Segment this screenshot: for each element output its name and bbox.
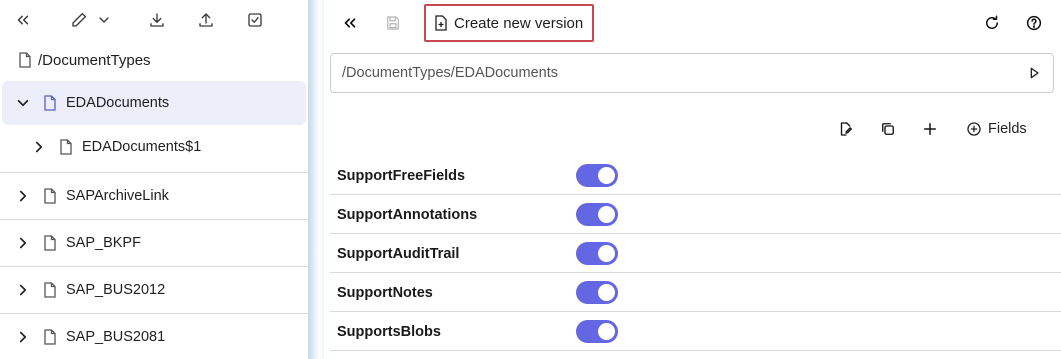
property-row-support-audit-trail: SupportAuditTrail: [330, 235, 1061, 273]
support-free-fields-toggle[interactable]: [576, 164, 618, 187]
create-new-version-button[interactable]: Create new version: [424, 4, 594, 42]
tree-item-label: EDADocuments: [66, 95, 170, 111]
toggle-knob: [598, 206, 615, 223]
chevron-right-icon[interactable]: [14, 234, 32, 252]
tree-item-saparchivelink[interactable]: SAPArchiveLink: [0, 174, 306, 218]
panel-splitter[interactable]: [308, 0, 324, 359]
refresh-icon[interactable]: [980, 11, 1004, 35]
chevron-down-icon[interactable]: [14, 94, 32, 112]
file-plus-icon: [434, 15, 448, 31]
divider: [0, 313, 308, 314]
tree-item-label: SAP_BKPF: [66, 235, 141, 251]
supports-blobs-toggle[interactable]: [576, 320, 618, 343]
document-icon: [18, 52, 32, 68]
tree-item-sap-bus2081[interactable]: SAP_BUS2081: [0, 315, 306, 359]
toggle-knob: [598, 284, 615, 301]
document-icon: [42, 282, 58, 298]
divider: [0, 266, 308, 267]
tree-item-label: SAP_BUS2081: [66, 329, 166, 345]
save-icon[interactable]: [381, 11, 405, 35]
tree-panel: /DocumentTypes EDADocuments EDADocuments…: [0, 0, 308, 359]
path-field[interactable]: /DocumentTypes/EDADocuments: [330, 53, 1054, 93]
document-icon: [58, 139, 74, 155]
checkbox-icon[interactable]: [243, 8, 267, 32]
property-row-support-annotations: SupportAnnotations: [330, 196, 1061, 234]
path-value: /DocumentTypes/EDADocuments: [342, 65, 558, 81]
property-label: SupportNotes: [337, 284, 433, 301]
plus-icon[interactable]: [918, 117, 942, 141]
document-icon: [42, 235, 58, 251]
collapse-left-icon[interactable]: [338, 11, 362, 35]
tree-item-label: SAPArchiveLink: [66, 188, 169, 204]
document-icon: [42, 95, 58, 111]
tree-root-label: /DocumentTypes: [38, 51, 151, 69]
chevron-down-icon[interactable]: [96, 8, 112, 32]
property-label: SupportAuditTrail: [337, 245, 460, 262]
chevron-right-icon[interactable]: [14, 281, 32, 299]
tree-item-sap-bkpf[interactable]: SAP_BKPF: [0, 221, 306, 265]
chevron-right-icon[interactable]: [30, 138, 48, 156]
help-icon[interactable]: [1022, 11, 1046, 35]
document-icon: [42, 329, 58, 345]
toggle-knob: [598, 167, 615, 184]
add-fields-button[interactable]: Fields: [966, 116, 1027, 142]
property-row-support-free-fields: SupportFreeFields: [330, 157, 1061, 195]
tree-item-edadocuments[interactable]: EDADocuments: [2, 81, 306, 125]
document-icon: [42, 188, 58, 204]
support-audit-trail-toggle[interactable]: [576, 242, 618, 265]
play-icon[interactable]: [1025, 64, 1043, 82]
property-label: SupportAnnotations: [337, 206, 478, 223]
tree-root[interactable]: /DocumentTypes: [18, 48, 151, 72]
support-notes-toggle[interactable]: [576, 281, 618, 304]
details-panel: Create new version /DocumentTypes/EDADoc…: [324, 0, 1061, 359]
edit-doc-icon[interactable]: [834, 117, 858, 141]
upload-icon[interactable]: [194, 8, 218, 32]
property-row-support-notes: SupportNotes: [330, 274, 1061, 312]
tree-item-edadocuments-1[interactable]: EDADocuments$1: [0, 125, 306, 169]
property-label: SupportsBlobs: [337, 323, 441, 340]
create-new-version-label: Create new version: [454, 14, 584, 32]
download-icon[interactable]: [145, 8, 169, 32]
toggle-knob: [598, 323, 615, 340]
toggle-knob: [598, 245, 615, 262]
property-label: SupportFreeFields: [337, 167, 466, 184]
chevron-right-icon[interactable]: [14, 187, 32, 205]
chevron-right-icon[interactable]: [14, 328, 32, 346]
divider: [0, 219, 308, 220]
tree-item-label: EDADocuments$1: [82, 139, 202, 155]
add-circle-icon: [966, 121, 982, 137]
fields-label: Fields: [988, 121, 1027, 137]
property-row-supports-blobs: SupportsBlobs: [330, 313, 1061, 351]
tree-item-label: SAP_BUS2012: [66, 282, 166, 298]
support-annotations-toggle[interactable]: [576, 203, 618, 226]
copy-icon[interactable]: [876, 117, 900, 141]
edit-icon[interactable]: [67, 8, 91, 32]
collapse-left-icon[interactable]: [11, 8, 35, 32]
divider: [0, 172, 308, 173]
tree-item-sap-bus2012[interactable]: SAP_BUS2012: [0, 268, 306, 312]
